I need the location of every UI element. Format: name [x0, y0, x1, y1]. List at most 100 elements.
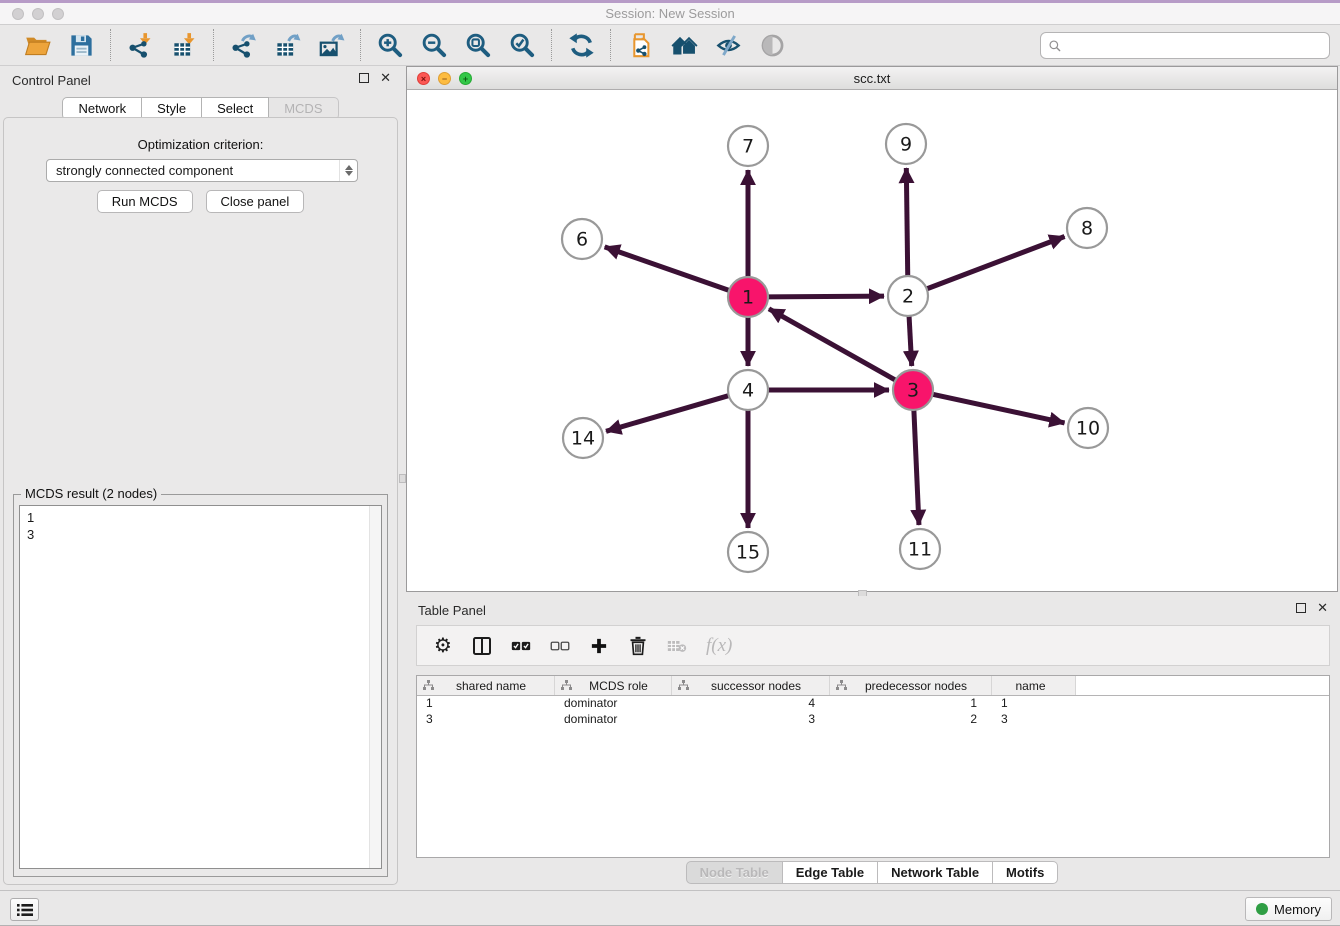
graph-edge-1-2[interactable] — [767, 296, 884, 297]
mcds-result-text[interactable]: 1 3 — [19, 505, 382, 869]
save-session-icon[interactable] — [66, 30, 96, 60]
table-cell[interactable]: dominator — [555, 696, 672, 712]
graph-node-label-7: 7 — [742, 136, 754, 158]
session-title: Session: New Session — [0, 6, 1340, 21]
table-cell[interactable]: dominator — [555, 712, 672, 728]
graph-node-label-1: 1 — [742, 287, 754, 309]
import-network-icon[interactable] — [125, 30, 155, 60]
close-panel-icon[interactable]: ✕ — [380, 73, 391, 83]
graph-node-label-2: 2 — [902, 286, 914, 308]
table-cell[interactable]: 4 — [672, 696, 830, 712]
graph-edge-2-3[interactable] — [909, 315, 912, 366]
graph-node-label-14: 14 — [571, 428, 595, 450]
mcds-result-title: MCDS result (2 nodes) — [21, 486, 161, 501]
graph-edge-3-10[interactable] — [932, 394, 1065, 423]
memory-button[interactable]: Memory — [1245, 897, 1332, 921]
run-mcds-button[interactable]: Run MCDS — [97, 190, 193, 213]
tab-network-table[interactable]: Network Table — [878, 861, 993, 884]
column-header-name[interactable]: name — [992, 676, 1076, 695]
vertical-splitter-handle[interactable] — [399, 474, 406, 483]
export-table-icon[interactable] — [272, 30, 302, 60]
graph-edge-2-9[interactable] — [906, 168, 907, 277]
tab-edge-table[interactable]: Edge Table — [783, 861, 878, 884]
graph-edge-4-14[interactable] — [606, 395, 730, 431]
mcds-result-box: MCDS result (2 nodes) 1 3 — [13, 494, 388, 877]
graph-node-label-6: 6 — [576, 229, 588, 251]
graph-edge-2-8[interactable] — [926, 237, 1065, 290]
column-header-successor-nodes[interactable]: successor nodes — [672, 676, 830, 695]
task-history-button[interactable] — [10, 898, 39, 921]
float-panel-icon[interactable] — [359, 73, 369, 83]
table-settings-gear-icon[interactable]: ⚙ — [433, 634, 453, 658]
refresh-view-icon[interactable] — [566, 30, 596, 60]
mcds-panel: Optimization criterion: strongly connect… — [3, 117, 398, 885]
graph-node-label-9: 9 — [900, 134, 912, 156]
tab-node-table[interactable]: Node Table — [686, 861, 783, 884]
toggle-graphics-details-icon[interactable] — [713, 30, 743, 60]
network-window-titlebar[interactable]: × − + scc.txt — [407, 67, 1337, 90]
export-network-icon[interactable] — [228, 30, 258, 60]
select-all-columns-icon[interactable] — [511, 634, 531, 658]
table-row[interactable]: 1dominator411 — [417, 696, 1329, 712]
status-bar: Memory — [0, 890, 1340, 925]
graph-edge-3-1[interactable] — [769, 309, 897, 381]
show-hide-preview-icon[interactable] — [757, 30, 787, 60]
open-session-icon[interactable] — [22, 30, 52, 60]
unselect-all-columns-icon[interactable] — [550, 634, 570, 658]
table-cell[interactable]: 3 — [672, 712, 830, 728]
graph-node-label-4: 4 — [742, 380, 754, 402]
create-column-icon[interactable] — [589, 634, 609, 658]
table-cell[interactable]: 2 — [830, 712, 992, 728]
list-icon — [17, 903, 33, 917]
table-panel: Table Panel ✕ ⚙ f(x) share — [406, 596, 1338, 888]
table-cell[interactable]: 1 — [830, 696, 992, 712]
column-type-icon — [561, 680, 572, 691]
tab-motifs[interactable]: Motifs — [993, 861, 1058, 884]
close-panel-button[interactable]: Close panel — [206, 190, 305, 213]
column-header-predecessor-nodes[interactable]: predecessor nodes — [830, 676, 992, 695]
network-view-window: × − + scc.txt 7968124314101511 — [406, 66, 1338, 592]
search-input[interactable] — [1062, 36, 1329, 56]
mcds-result-line: 1 — [27, 509, 381, 526]
delete-table-icon-disabled — [667, 634, 687, 658]
function-builder-icon-disabled: f(x) — [706, 634, 732, 658]
memory-status-icon — [1256, 903, 1268, 915]
column-header-shared-name[interactable]: shared name — [417, 676, 555, 695]
graph-node-label-11: 11 — [908, 539, 932, 561]
criterion-dropdown[interactable]: strongly connected component — [46, 159, 358, 182]
export-image-icon[interactable] — [316, 30, 346, 60]
graph-edge-3-11[interactable] — [914, 409, 919, 525]
titlebar: Session: New Session — [0, 3, 1340, 25]
zoom-in-icon[interactable] — [375, 30, 405, 60]
table-cell[interactable]: 3 — [417, 712, 555, 728]
graph-node-label-3: 3 — [907, 380, 919, 402]
cytoscape-window: { "window": { "title": "Session: New Ses… — [0, 0, 1340, 926]
zoom-out-icon[interactable] — [419, 30, 449, 60]
mcds-result-line: 3 — [27, 526, 381, 543]
control-panel-title: Control Panel — [12, 73, 91, 88]
show-columns-icon[interactable] — [472, 634, 492, 658]
search-icon — [1048, 39, 1062, 53]
network-canvas[interactable]: 7968124314101511 — [407, 90, 1337, 591]
column-type-icon — [678, 680, 689, 691]
optimization-criterion-label: Optimization criterion: — [4, 137, 397, 152]
import-table-icon[interactable] — [169, 30, 199, 60]
zoom-fit-icon[interactable] — [463, 30, 493, 60]
close-panel-icon[interactable]: ✕ — [1317, 603, 1328, 613]
zoom-selected-icon[interactable] — [507, 30, 537, 60]
table-toolbar: ⚙ f(x) — [416, 625, 1330, 666]
result-scrollbar[interactable] — [369, 506, 381, 868]
table-cell[interactable]: 1 — [992, 696, 1076, 712]
column-header-mcds-role[interactable]: MCDS role — [555, 676, 672, 695]
reset-layout-home-icon[interactable] — [669, 30, 699, 60]
delete-column-icon[interactable] — [628, 634, 648, 658]
float-panel-icon[interactable] — [1296, 603, 1306, 613]
graph-edge-1-6[interactable] — [605, 247, 730, 291]
search-field[interactable] — [1040, 32, 1330, 59]
duplicate-network-icon[interactable] — [625, 30, 655, 60]
control-panel: Control Panel ✕ Network Style Select MCD… — [0, 66, 401, 890]
graph-node-label-10: 10 — [1076, 418, 1100, 440]
table-cell[interactable]: 3 — [992, 712, 1076, 728]
table-cell[interactable]: 1 — [417, 696, 555, 712]
table-row[interactable]: 3dominator323 — [417, 712, 1329, 728]
